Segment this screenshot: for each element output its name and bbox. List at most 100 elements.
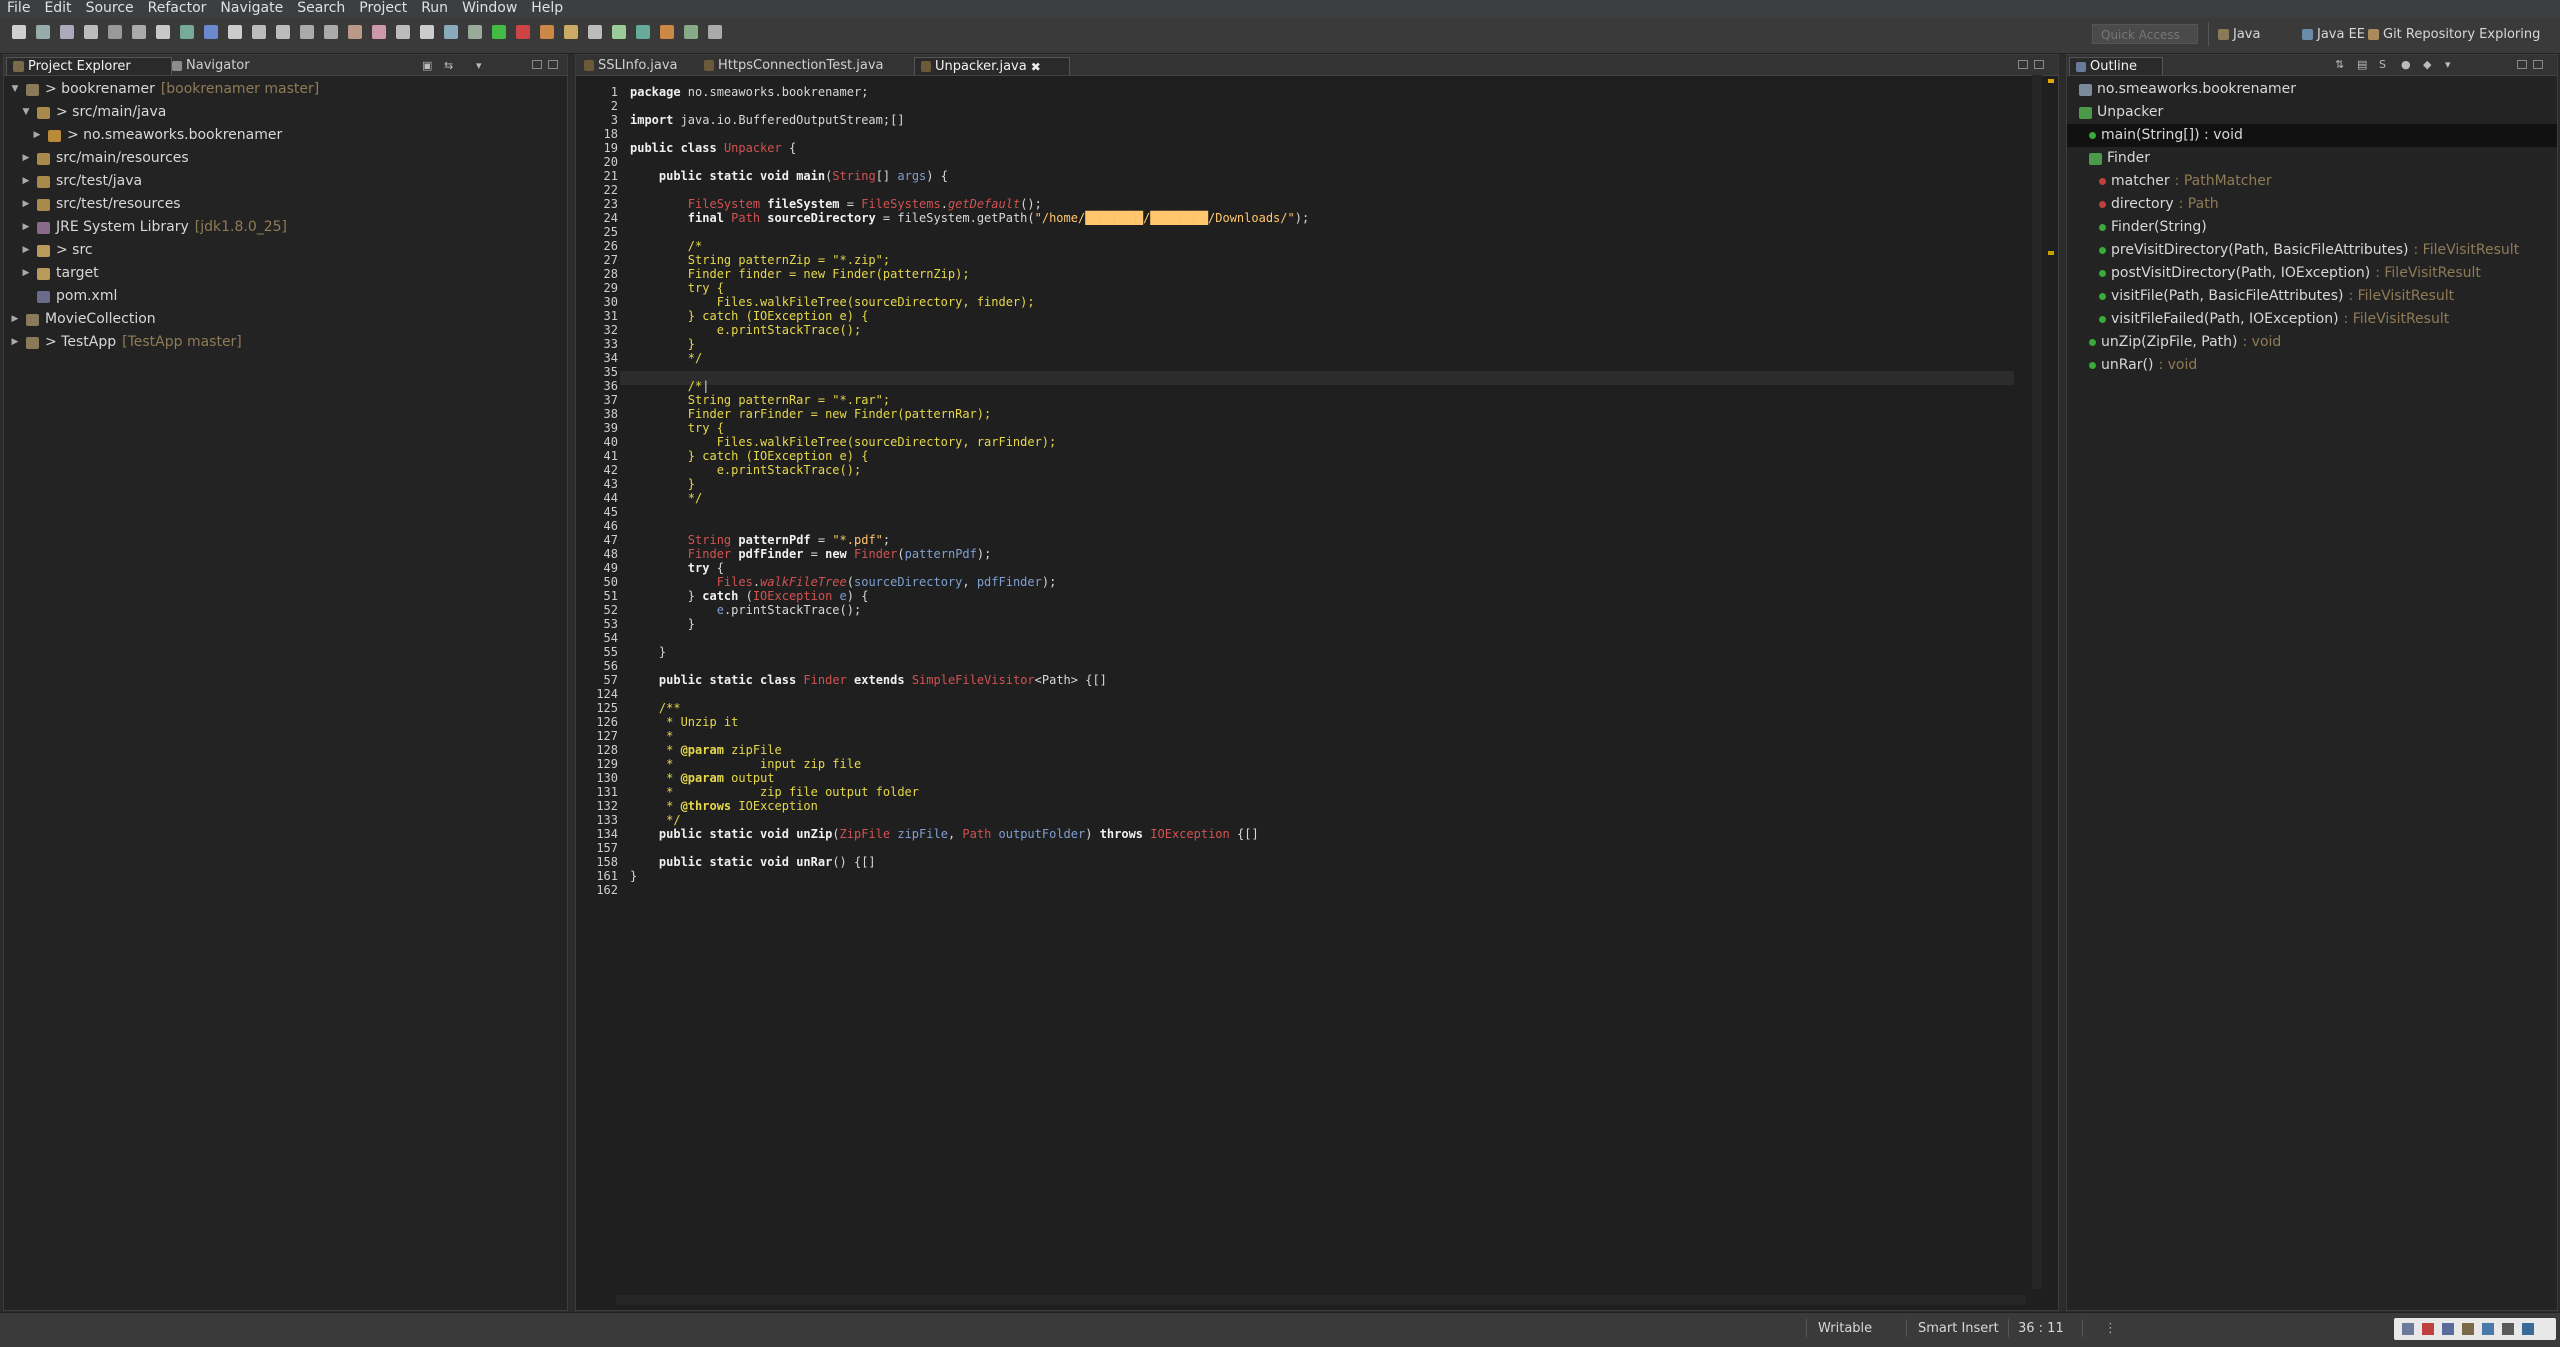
- menu-edit[interactable]: Edit: [37, 0, 78, 17]
- toolbar-button-icon[interactable]: [468, 25, 482, 39]
- code-line[interactable]: 134 public static void unZip(ZipFile zip…: [578, 827, 2038, 841]
- toolbar-button-icon[interactable]: [12, 25, 26, 39]
- toolbar-button-icon[interactable]: [132, 25, 146, 39]
- code-line[interactable]: 52 e.printStackTrace();: [578, 603, 2038, 617]
- outline-item[interactable]: postVisitDirectory(Path, IOException): F…: [2067, 262, 2481, 285]
- outline-item[interactable]: visitFile(Path, BasicFileAttributes): Fi…: [2067, 285, 2454, 308]
- outline-item[interactable]: Unpacker: [2067, 101, 2163, 124]
- code-line[interactable]: 29 try {: [578, 281, 2038, 295]
- tab-navigator[interactable]: Navigator: [166, 57, 288, 74]
- perspective-java-ee[interactable]: Java EE: [2302, 24, 2365, 44]
- code-line[interactable]: 31 } catch (IOException e) {: [578, 309, 2038, 323]
- tree-item[interactable]: ▶ JRE System Library [jdk1.8.0_25]: [4, 216, 287, 239]
- collapse-arrow-icon[interactable]: ▼: [21, 101, 31, 124]
- tree-item[interactable]: pom.xml: [4, 285, 117, 308]
- toolbar-button-icon[interactable]: [636, 25, 650, 39]
- trim-icon[interactable]: [2422, 1323, 2434, 1335]
- expand-arrow-icon[interactable]: ▶: [21, 193, 31, 216]
- code-line[interactable]: 34 */: [578, 351, 2038, 365]
- outline-item[interactable]: main(String[]) : void: [2067, 124, 2557, 147]
- toolbar-button-icon[interactable]: [252, 25, 266, 39]
- code-line[interactable]: 25: [578, 225, 2038, 239]
- tree-item[interactable]: ▼ > src/main/java: [4, 101, 167, 124]
- expand-arrow-icon[interactable]: ▶: [32, 124, 42, 147]
- menu-search[interactable]: Search: [290, 0, 352, 17]
- expand-arrow-icon[interactable]: ▶: [10, 308, 20, 331]
- toolbar-button-icon[interactable]: [204, 25, 218, 39]
- menu-navigate[interactable]: Navigate: [213, 0, 290, 17]
- code-line[interactable]: 133 */: [578, 813, 2038, 827]
- code-line[interactable]: 131 * zip file output folder: [578, 785, 2038, 799]
- expand-arrow-icon[interactable]: ▶: [21, 239, 31, 262]
- maximize-icon[interactable]: [2533, 60, 2543, 69]
- code-line[interactable]: 54: [578, 631, 2038, 645]
- close-tab-icon[interactable]: ✖: [1031, 60, 1041, 74]
- code-line[interactable]: 21 public static void main(String[] args…: [578, 169, 2038, 183]
- overview-ruler-warning[interactable]: [2048, 79, 2054, 83]
- perspective-git-repository-exploring[interactable]: Git Repository Exploring: [2368, 24, 2540, 44]
- code-line[interactable]: 161}: [578, 869, 2038, 883]
- toolbar-button-icon[interactable]: [372, 25, 386, 39]
- menu-refactor[interactable]: Refactor: [141, 0, 214, 17]
- code-line[interactable]: 50 Files.walkFileTree(sourceDirectory, p…: [578, 575, 2038, 589]
- toolbar-button-icon[interactable]: [444, 25, 458, 39]
- tree-item[interactable]: ▼ > bookrenamer [bookrenamer master]: [4, 78, 320, 101]
- code-line[interactable]: 28 Finder finder = new Finder(patternZip…: [578, 267, 2038, 281]
- minimize-icon[interactable]: [2517, 60, 2527, 69]
- code-line[interactable]: 157: [578, 841, 2038, 855]
- toolbar-button-icon[interactable]: [660, 25, 674, 39]
- code-line[interactable]: 27 String patternZip = "*.zip";: [578, 253, 2038, 267]
- sort-icon[interactable]: ⇅: [2335, 58, 2344, 71]
- code-line[interactable]: 56: [578, 659, 2038, 673]
- code-line[interactable]: 24 final Path sourceDirectory = fileSyst…: [578, 211, 2038, 225]
- expand-arrow-icon[interactable]: ▶: [21, 147, 31, 170]
- tree-item[interactable]: ▶ src/main/resources: [4, 147, 189, 170]
- outline-item[interactable]: unRar(): void: [2067, 354, 2197, 377]
- menu-run[interactable]: Run: [414, 0, 455, 17]
- toolbar-button-icon[interactable]: [108, 25, 122, 39]
- tab-unpacker[interactable]: Unpacker.java ✖: [914, 57, 1070, 75]
- toolbar-button-icon[interactable]: [300, 25, 314, 39]
- minimize-icon[interactable]: [2018, 60, 2028, 69]
- menu-file[interactable]: File: [0, 0, 37, 17]
- toolbar-button-icon[interactable]: [540, 25, 554, 39]
- toolbar-button-icon[interactable]: [228, 25, 242, 39]
- code-line[interactable]: 128 * @param zipFile: [578, 743, 2038, 757]
- code-line[interactable]: 48 Finder pdfFinder = new Finder(pattern…: [578, 547, 2038, 561]
- expand-arrow-icon[interactable]: ▶: [21, 170, 31, 193]
- code-line[interactable]: 33 }: [578, 337, 2038, 351]
- trim-icon[interactable]: [2522, 1323, 2534, 1335]
- code-line[interactable]: 162: [578, 883, 2038, 897]
- trim-icon[interactable]: [2502, 1323, 2514, 1335]
- code-line[interactable]: 39 try {: [578, 421, 2038, 435]
- hide-local-types-icon[interactable]: ◆: [2423, 58, 2431, 71]
- menu-window[interactable]: Window: [455, 0, 524, 17]
- toolbar-button-icon[interactable]: [708, 25, 722, 39]
- tree-item[interactable]: ▶ MovieCollection: [4, 308, 156, 331]
- tab-project-explorer[interactable]: Project Explorer: [6, 57, 172, 75]
- code-line[interactable]: 130 * @param output: [578, 771, 2038, 785]
- perspective-java[interactable]: Java: [2218, 24, 2260, 44]
- code-line[interactable]: 40 Files.walkFileTree(sourceDirectory, r…: [578, 435, 2038, 449]
- minimize-icon[interactable]: [532, 60, 542, 69]
- code-line[interactable]: 49 try {: [578, 561, 2038, 575]
- outline-item[interactable]: preVisitDirectory(Path, BasicFileAttribu…: [2067, 239, 2519, 262]
- code-line[interactable]: 44 */: [578, 491, 2038, 505]
- maximize-icon[interactable]: [2034, 60, 2044, 69]
- menu-project[interactable]: Project: [352, 0, 414, 17]
- vertical-scrollbar[interactable]: [2032, 75, 2042, 1289]
- tree-item[interactable]: ▶ src/test/resources: [4, 193, 181, 216]
- hide-static-icon[interactable]: S: [2379, 58, 2386, 71]
- expand-arrow-icon[interactable]: ▶: [21, 216, 31, 239]
- trim-icon[interactable]: [2462, 1323, 2474, 1335]
- code-line[interactable]: 51 } catch (IOException e) {: [578, 589, 2038, 603]
- code-line[interactable]: 18: [578, 127, 2038, 141]
- toolbar-button-icon[interactable]: [156, 25, 170, 39]
- collapse-arrow-icon[interactable]: ▼: [10, 78, 20, 101]
- code-line[interactable]: 45: [578, 505, 2038, 519]
- outline-item[interactable]: matcher: PathMatcher: [2067, 170, 2272, 193]
- status-menu-icon[interactable]: ⋮: [2104, 1321, 2117, 1336]
- toolbar-button-icon[interactable]: [180, 25, 194, 39]
- tree-item[interactable]: ▶ target: [4, 262, 99, 285]
- code-line[interactable]: 42 e.printStackTrace();: [578, 463, 2038, 477]
